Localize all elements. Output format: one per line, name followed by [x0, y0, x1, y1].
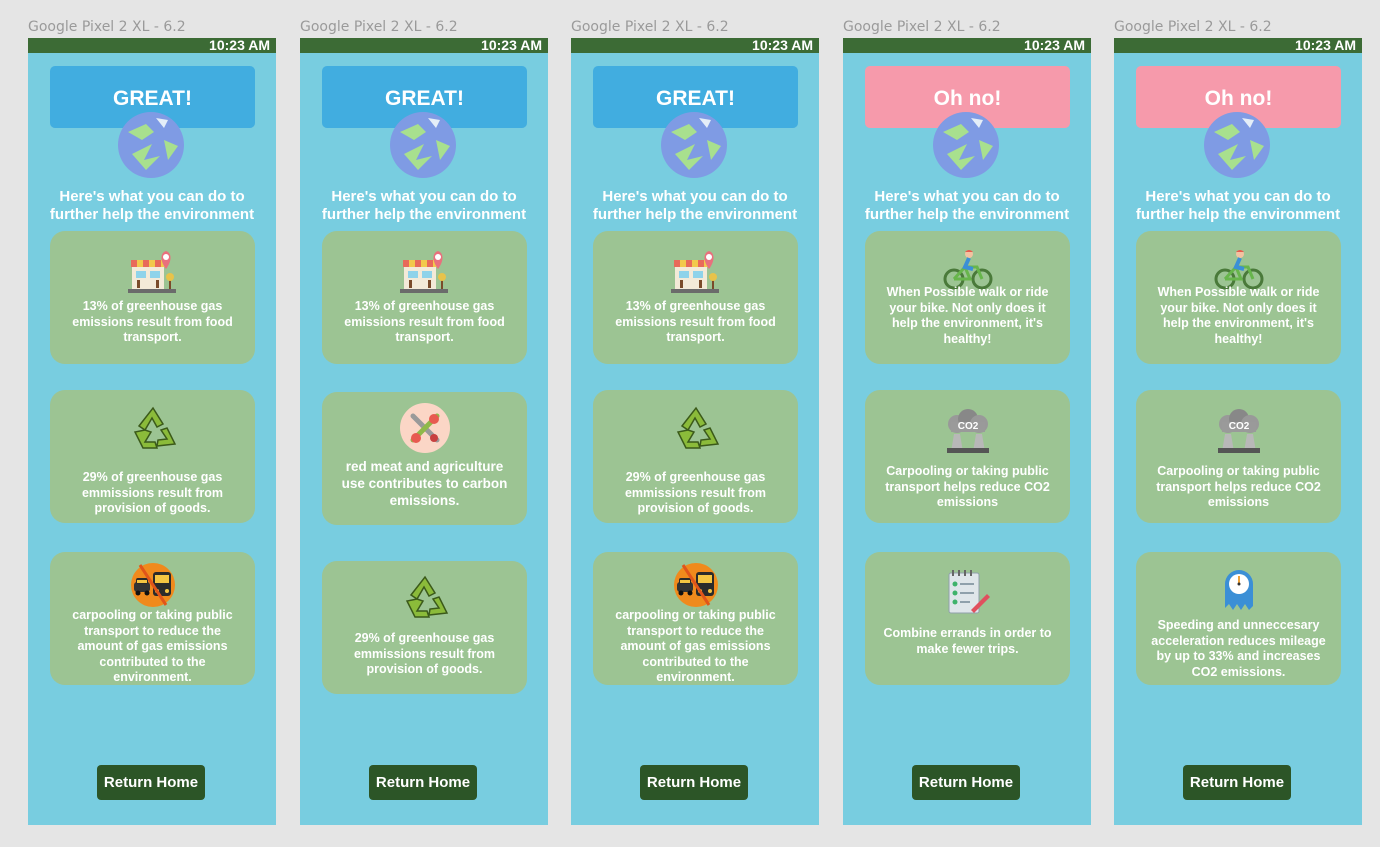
- tip-card: red meat and agriculture use contributes…: [322, 392, 527, 525]
- recycle-icon: [127, 404, 179, 454]
- earth-globe-icon: [388, 110, 458, 180]
- status-bar: 10:23 AM: [1114, 38, 1362, 53]
- phone-screen: 10:23 AM GREAT! Here's what you can do to …: [28, 38, 276, 825]
- co2-factory-icon: CO2: [942, 408, 994, 454]
- svg-text:CO2: CO2: [957, 421, 978, 432]
- store-location-icon: [399, 249, 451, 297]
- tip-card: 13% of greenhouse gas emissions result f…: [593, 231, 798, 364]
- status-time: 10:23 AM: [1295, 37, 1356, 53]
- recycle-icon: [399, 573, 451, 623]
- phone-frame-2: Google Pixel 2 XL - 6.2 10:23 AM GREAT! Her…: [300, 17, 548, 825]
- status-time: 10:23 AM: [752, 37, 813, 53]
- help-heading: Here's what you can do to further help t…: [592, 188, 798, 223]
- status-bar: 10:23 AM: [571, 38, 819, 53]
- tip-text: 13% of greenhouse gas emissions result f…: [72, 299, 233, 344]
- tip-card: 13% of greenhouse gas emissions result f…: [322, 231, 527, 364]
- phone-screen: 10:23 AM GREAT! Here's what you can do to …: [300, 38, 548, 825]
- tip-text: When Possible walk or ride your bike. No…: [886, 285, 1049, 346]
- tip-text: 29% of greenhouse gas emmissions result …: [81, 470, 223, 515]
- earth-globe-icon: [116, 110, 186, 180]
- frame-label: Google Pixel 2 XL - 6.2: [300, 19, 458, 35]
- earth-globe-icon: [1202, 110, 1272, 180]
- co2-factory-icon: CO2: [1213, 408, 1265, 454]
- earth-globe-icon: [659, 110, 729, 180]
- return-home-button[interactable]: Return Home: [369, 765, 477, 800]
- store-location-icon: [127, 249, 179, 297]
- return-home-button[interactable]: Return Home: [97, 765, 205, 800]
- tip-text: Carpooling or taking public transport he…: [885, 464, 1050, 509]
- tip-card: carpooling or taking public transport to…: [50, 552, 255, 685]
- frame-label: Google Pixel 2 XL - 6.2: [1114, 19, 1272, 35]
- tip-text: Speeding and unneccesary acceleration re…: [1151, 618, 1326, 679]
- frame-label: Google Pixel 2 XL - 6.2: [571, 19, 729, 35]
- store-location-icon: [670, 249, 722, 297]
- tip-text: When Possible walk or ride your bike. No…: [1157, 285, 1320, 346]
- car-bus-icon: [127, 562, 179, 608]
- tip-card: 29% of greenhouse gas emmissions result …: [50, 390, 255, 523]
- frame-label: Google Pixel 2 XL - 6.2: [28, 19, 186, 35]
- tip-text: carpooling or taking public transport to…: [615, 608, 776, 684]
- help-heading: Here's what you can do to further help t…: [49, 188, 255, 223]
- tip-card: When Possible walk or ride your bike. No…: [865, 231, 1070, 364]
- car-bus-icon: [670, 562, 722, 608]
- help-heading: Here's what you can do to further help t…: [864, 188, 1070, 223]
- status-bar: 10:23 AM: [300, 38, 548, 53]
- status-bar: 10:23 AM: [843, 38, 1091, 53]
- phone-frame-1: Google Pixel 2 XL - 6.2 10:23 AM GREAT! Her…: [28, 17, 276, 825]
- tip-card: Combine errands in order to make fewer t…: [865, 552, 1070, 685]
- return-home-button[interactable]: Return Home: [640, 765, 748, 800]
- phone-frame-5: Google Pixel 2 XL - 6.2 10:23 AM Oh no! Her…: [1114, 17, 1362, 825]
- frame-label: Google Pixel 2 XL - 6.2: [843, 19, 1001, 35]
- tip-card: CO2 Carpooling or taking public transport…: [865, 390, 1070, 523]
- tip-text: carpooling or taking public transport to…: [72, 608, 233, 684]
- help-heading: Here's what you can do to further help t…: [321, 188, 527, 223]
- return-home-button[interactable]: Return Home: [912, 765, 1020, 800]
- tip-card: Speeding and unneccesary acceleration re…: [1136, 552, 1341, 685]
- tip-card: carpooling or taking public transport to…: [593, 552, 798, 685]
- tip-card: 29% of greenhouse gas emmissions result …: [322, 561, 527, 694]
- status-time: 10:23 AM: [1024, 37, 1085, 53]
- help-heading: Here's what you can do to further help t…: [1135, 188, 1341, 223]
- tip-card: 29% of greenhouse gas emmissions result …: [593, 390, 798, 523]
- phone-screen: 10:23 AM GREAT! Here's what you can do to …: [571, 38, 819, 825]
- phone-screen: 10:23 AM Oh no! Here's what you can do to …: [843, 38, 1091, 825]
- tip-text: Carpooling or taking public transport he…: [1156, 464, 1321, 509]
- return-home-button[interactable]: Return Home: [1183, 765, 1291, 800]
- tip-text: 29% of greenhouse gas emmissions result …: [353, 631, 495, 676]
- phone-frame-4: Google Pixel 2 XL - 6.2 10:23 AM Oh no! Her…: [843, 17, 1091, 825]
- phone-screen: 10:23 AM Oh no! Here's what you can do to …: [1114, 38, 1362, 825]
- tip-text: Combine errands in order to make fewer t…: [883, 626, 1052, 656]
- status-bar: 10:23 AM: [28, 38, 276, 53]
- earth-globe-icon: [931, 110, 1001, 180]
- tip-card: When Possible walk or ride your bike. No…: [1136, 231, 1341, 364]
- tip-text: red meat and agriculture use contributes…: [341, 459, 508, 508]
- phone-frame-3: Google Pixel 2 XL - 6.2 10:23 AM GREAT! Her…: [571, 17, 819, 825]
- recycle-icon: [670, 404, 722, 454]
- tip-text: 13% of greenhouse gas emissions result f…: [615, 299, 776, 344]
- tip-text: 29% of greenhouse gas emmissions result …: [624, 470, 766, 515]
- speed-gauge-icon: [1213, 566, 1265, 612]
- status-time: 10:23 AM: [481, 37, 542, 53]
- checklist-icon: [942, 568, 994, 618]
- status-time: 10:23 AM: [209, 37, 270, 53]
- tip-card: CO2 Carpooling or taking public transport…: [1136, 390, 1341, 523]
- tip-text: 13% of greenhouse gas emissions result f…: [344, 299, 505, 344]
- tip-card: 13% of greenhouse gas emissions result f…: [50, 231, 255, 364]
- svg-text:CO2: CO2: [1228, 421, 1249, 432]
- no-meat-icon: [399, 402, 451, 454]
